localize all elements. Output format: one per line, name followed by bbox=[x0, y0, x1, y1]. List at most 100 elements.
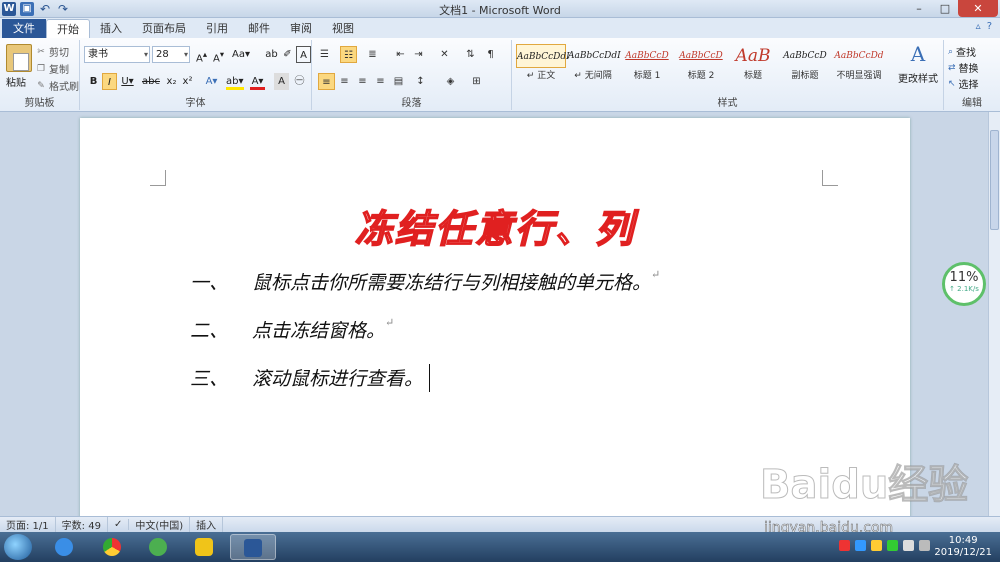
align-right-icon[interactable]: ≡ bbox=[354, 73, 371, 90]
multilevel-list-icon[interactable]: ≣ bbox=[364, 46, 381, 63]
increase-indent-icon[interactable]: ⇥ bbox=[410, 46, 427, 63]
copy-button[interactable]: ❐ 复制 bbox=[36, 61, 69, 77]
shading-icon[interactable]: ◈ bbox=[442, 73, 459, 90]
show-marks-icon[interactable]: ¶ bbox=[482, 46, 499, 63]
find-label: 查找 bbox=[956, 48, 977, 59]
list-item[interactable]: 三、 滚动鼠标进行查看。 bbox=[190, 364, 431, 392]
ie-icon bbox=[55, 538, 73, 556]
word-taskbar-button[interactable] bbox=[230, 534, 276, 560]
network-speed-widget[interactable]: 11% ↑ 2.1K/s bbox=[942, 262, 986, 306]
chinese-layout-icon[interactable]: ✕ bbox=[436, 46, 453, 63]
tray-icon[interactable] bbox=[839, 540, 850, 551]
volume-icon[interactable] bbox=[903, 540, 914, 551]
clear-format-icon[interactable]: ✐ bbox=[280, 46, 295, 63]
tray-icon[interactable] bbox=[887, 540, 898, 551]
style-title[interactable]: AaB 标题 bbox=[728, 44, 778, 90]
vertical-scrollbar[interactable] bbox=[988, 112, 1000, 516]
change-styles-button[interactable]: A 更改样式 bbox=[898, 42, 938, 85]
underline-icon[interactable]: U▾ bbox=[120, 73, 135, 90]
strikethrough-icon[interactable]: abc bbox=[142, 73, 160, 90]
find-icon: ⌕ bbox=[948, 46, 954, 57]
shrink-font-icon[interactable]: A▾ bbox=[211, 46, 226, 64]
help-icon[interactable]: ? bbox=[987, 21, 992, 32]
highlight-icon[interactable]: ab▾ bbox=[226, 73, 244, 90]
chrome-taskbar-button[interactable] bbox=[90, 534, 136, 560]
subscript-icon[interactable]: x₂ bbox=[164, 73, 179, 90]
close-button[interactable]: ✕ bbox=[958, 0, 998, 17]
style-name: 标题 bbox=[743, 71, 762, 81]
network-icon[interactable] bbox=[919, 540, 930, 551]
tray-icon[interactable] bbox=[871, 540, 882, 551]
phonetic-guide-icon[interactable]: ab bbox=[264, 46, 279, 63]
list-item[interactable]: 一、 鼠标点击你所需要冻结行与列相接触的单元格。 ↵ bbox=[190, 268, 660, 295]
borders-icon[interactable]: ⊞ bbox=[468, 73, 485, 90]
tab-references[interactable]: 引用 bbox=[196, 19, 238, 38]
align-center-icon[interactable]: ≡ bbox=[336, 73, 353, 90]
insert-mode[interactable]: 插入 bbox=[190, 517, 224, 532]
sort-icon[interactable]: ⇅ bbox=[462, 46, 479, 63]
tab-page-layout[interactable]: 页面布局 bbox=[132, 19, 196, 38]
ribbon-collapse-icon[interactable]: ▵ bbox=[976, 21, 981, 32]
baidu-watermark-logo: Baidu经验 bbox=[759, 462, 969, 509]
language-indicator[interactable]: 中文(中国) bbox=[129, 517, 191, 532]
list-number: 一、 bbox=[190, 272, 229, 294]
cut-button[interactable]: ✂ 剪切 bbox=[36, 44, 69, 60]
app-taskbar-button[interactable] bbox=[182, 534, 228, 560]
browser-taskbar-button[interactable] bbox=[136, 534, 182, 560]
grow-font-icon[interactable]: A▴ bbox=[194, 46, 209, 64]
tab-review[interactable]: 审阅 bbox=[280, 19, 322, 38]
proofing-icon[interactable]: ✓ bbox=[108, 519, 130, 530]
chevron-down-icon: ▾ bbox=[143, 50, 148, 59]
bullets-icon[interactable]: ☰ bbox=[316, 46, 333, 63]
paste-icon[interactable] bbox=[6, 44, 32, 72]
change-case-icon[interactable]: Aa▾ bbox=[232, 46, 250, 63]
word-count[interactable]: 字数: 49 bbox=[56, 517, 108, 532]
character-shading-icon[interactable]: A bbox=[274, 73, 289, 90]
font-color-icon[interactable]: A▾ bbox=[250, 73, 265, 90]
ie-taskbar-button[interactable] bbox=[42, 534, 88, 560]
format-painter-button[interactable]: ✎ 格式刷 bbox=[36, 78, 79, 94]
line-spacing-icon[interactable]: ↕ bbox=[412, 73, 429, 90]
enclose-character-icon[interactable]: ㊀ bbox=[292, 73, 307, 90]
distributed-icon[interactable]: ▤ bbox=[390, 73, 407, 90]
font-group-label: 字体 bbox=[185, 98, 206, 109]
character-border-icon[interactable]: A bbox=[296, 46, 311, 63]
align-left-icon[interactable]: ≡ bbox=[318, 73, 335, 90]
paste-button[interactable]: 粘贴 bbox=[6, 74, 26, 89]
italic-icon[interactable]: I bbox=[102, 73, 117, 90]
bold-icon[interactable]: B bbox=[86, 73, 101, 90]
find-button[interactable]: ⌕ 查找 bbox=[948, 44, 977, 60]
list-item[interactable]: 二、 点击冻结窗格。 ↵ bbox=[190, 316, 394, 343]
maximize-button[interactable]: □ bbox=[932, 0, 958, 17]
replace-button[interactable]: ⇄ 替换 bbox=[948, 60, 979, 76]
minimize-button[interactable]: – bbox=[906, 0, 932, 17]
font-name-select[interactable]: 隶书 ▾ bbox=[84, 46, 150, 63]
style-normal[interactable]: AaBbCcDdI ↵ 正文 bbox=[516, 44, 570, 90]
page-count[interactable]: 页面: 1/1 bbox=[0, 517, 56, 532]
change-styles-label: 更改样式 bbox=[898, 74, 938, 85]
style-heading-1[interactable]: AaBbCcD 标题 1 bbox=[622, 44, 672, 90]
text-effects-icon[interactable]: A▾ bbox=[204, 73, 219, 90]
font-size-select[interactable]: 28 ▾ bbox=[152, 46, 190, 63]
style-sample: AaBbCcDdI bbox=[516, 44, 570, 68]
scrollbar-thumb[interactable] bbox=[990, 130, 999, 230]
style-no-spacing[interactable]: AaBbCcDdI ↵ 无间隔 bbox=[568, 44, 621, 90]
numbering-icon[interactable]: ☷ bbox=[340, 46, 357, 63]
style-heading-2[interactable]: AaBbCcD 标题 2 bbox=[676, 44, 726, 90]
tab-home[interactable]: 开始 bbox=[46, 19, 90, 38]
style-subtitle[interactable]: AaBbCcD 副标题 bbox=[780, 44, 830, 90]
tab-file[interactable]: 文件 bbox=[2, 19, 46, 38]
start-button[interactable] bbox=[4, 534, 32, 560]
tab-mailings[interactable]: 邮件 bbox=[238, 19, 280, 38]
select-button[interactable]: ↖ 选择 bbox=[948, 76, 979, 92]
document-title[interactable]: 冻结任意行、列 bbox=[80, 198, 910, 253]
justify-icon[interactable]: ≡ bbox=[372, 73, 389, 90]
tab-view[interactable]: 视图 bbox=[322, 19, 364, 38]
tray-icon[interactable] bbox=[855, 540, 866, 551]
decrease-indent-icon[interactable]: ⇤ bbox=[392, 46, 409, 63]
superscript-icon[interactable]: x² bbox=[180, 73, 195, 90]
style-subtle-emphasis[interactable]: AaBbCcDd 不明显强调 bbox=[832, 44, 886, 90]
tab-insert[interactable]: 插入 bbox=[90, 19, 132, 38]
system-clock[interactable]: 10:49 2019/12/21 bbox=[934, 535, 992, 559]
copy-icon: ❐ bbox=[36, 63, 46, 74]
